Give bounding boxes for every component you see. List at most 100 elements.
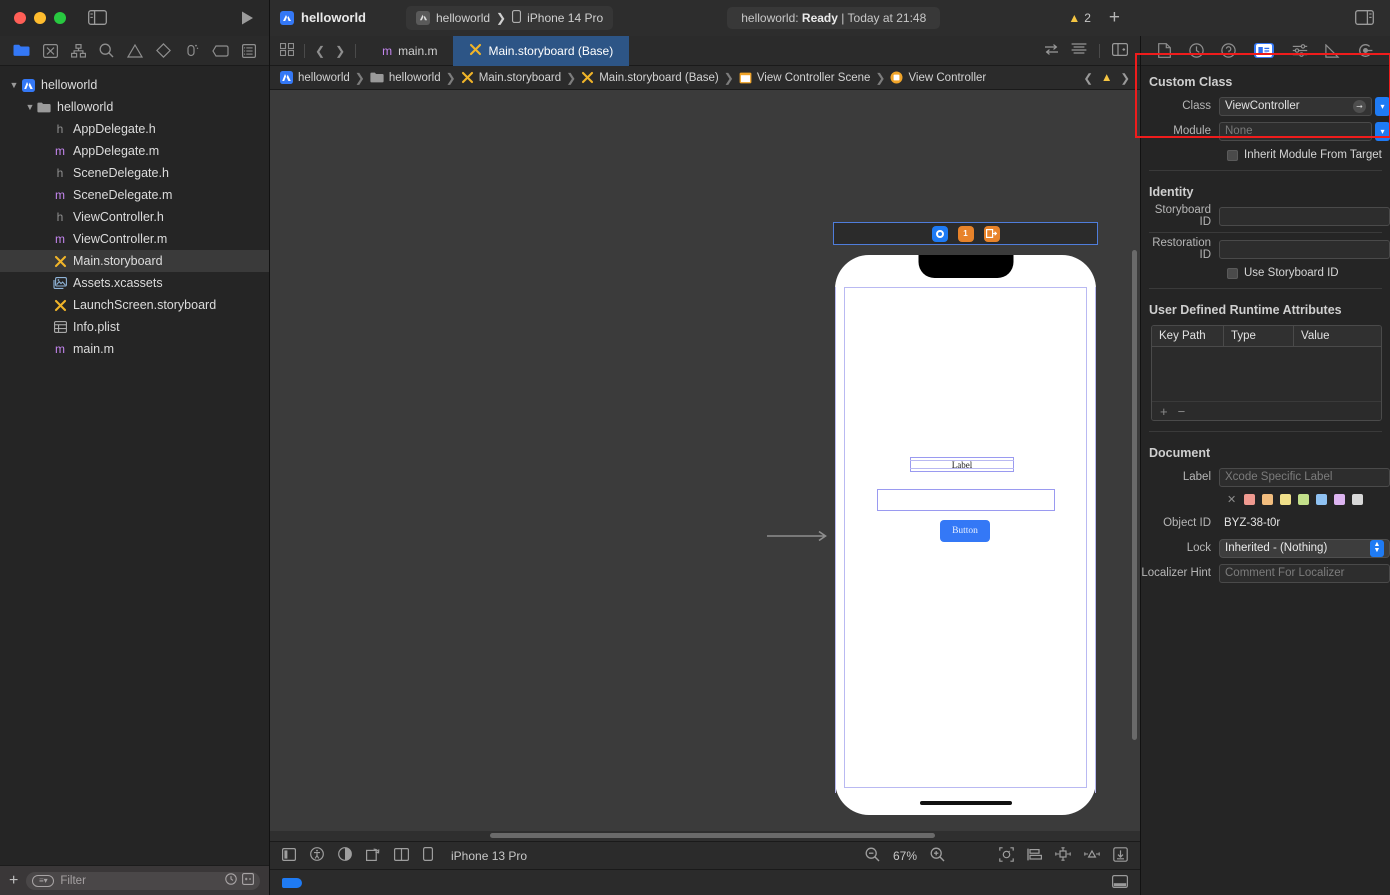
restoration-id-input[interactable] [1219,239,1390,259]
status-bar[interactable]: helloworld: Ready | Today at 21:48 [727,6,941,29]
breadcrumb-item-5[interactable]: View Controller [890,71,986,84]
navigator-row-helloworld[interactable]: ▼ helloworld [0,96,269,118]
issue-navigator-tab[interactable] [42,43,58,58]
close-window-button[interactable] [14,11,26,24]
scene-tag-icon[interactable] [282,877,302,888]
breadcrumb-item-2[interactable]: Main.storyboard [461,71,561,84]
debug-navigator-tab[interactable] [184,43,199,58]
navigator-row-main-storyboard[interactable]: Main.storyboard [0,250,269,272]
add-editor-button[interactable]: + [1109,8,1120,27]
breakpoint-navigator-tab[interactable] [212,44,229,57]
appearance-icon[interactable] [338,847,352,864]
color-swatch-0[interactable] [1244,494,1256,505]
scene-dock[interactable]: 1 [833,222,1098,245]
navigator-row-info-plist[interactable]: Info.plist [0,316,269,338]
localizer-hint-input[interactable]: Comment For Localizer [1219,563,1390,583]
clear-color-icon[interactable]: ✕ [1227,493,1236,506]
breadcrumb-item-0[interactable]: helloworld [280,71,350,84]
class-input[interactable]: ViewController ➞ [1219,96,1372,116]
test-navigator-tab[interactable] [156,43,172,58]
color-swatch-5[interactable] [1334,494,1346,505]
attributes-inspector-tab[interactable] [1292,44,1308,57]
column-key-path[interactable]: Key Path [1152,326,1224,346]
scheme-selector[interactable]: helloworld ❯ iPhone 14 Pro [406,5,614,30]
use-storyboard-id-checkbox[interactable] [1227,267,1238,279]
first-responder-icon[interactable]: 1 [957,225,974,242]
navigator-row-scenedelegate-h[interactable]: h SceneDelegate.h [0,162,269,184]
editor-tab-main-m[interactable]: m main.m [366,36,453,66]
warning-count-chip[interactable]: ▲ 2 [1068,11,1091,25]
inherit-module-checkbox[interactable] [1227,149,1238,161]
add-assistant-editor-icon[interactable] [1112,42,1129,59]
warning-navigator-tab[interactable] [126,43,143,58]
disclosure-triangle[interactable]: ▼ [8,80,20,90]
storyboard-canvas[interactable]: 1 Label Button [270,90,1140,831]
embed-in-icon[interactable] [1113,846,1128,865]
navigator-row-launchscreen-storyboard[interactable]: LaunchScreen.storyboard [0,294,269,316]
go-forward-icon[interactable]: ❯ [335,44,345,58]
inherit-module-row[interactable]: Inherit Module From Target [1141,145,1390,165]
project-navigator-tab[interactable] [13,44,30,57]
accessibility-icon[interactable] [310,847,324,864]
breadcrumb-item-1[interactable]: helloworld [370,72,441,84]
filter-field[interactable]: ≡▾ Filter [26,871,260,890]
navigator-row-appdelegate-h[interactable]: h AppDelegate.h [0,118,269,140]
textfield-element[interactable] [877,489,1055,511]
canvas-horizontal-scroll-track[interactable] [270,831,1140,841]
column-type[interactable]: Type [1224,326,1294,346]
quick-help-inspector-tab[interactable] [1221,43,1236,58]
navigator-row-viewcontroller-m[interactable]: m ViewController.m [0,228,269,250]
use-storyboard-id-row[interactable]: Use Storyboard ID [1141,263,1390,283]
size-inspector-tab[interactable] [1325,43,1340,58]
canvas-horizontal-scrollbar[interactable] [490,833,935,838]
iphone-canvas-device[interactable]: Label Button [835,255,1096,815]
column-value[interactable]: Value [1294,326,1381,346]
breadcrumb-item-3[interactable]: Main.storyboard (Base) [581,71,719,84]
previous-issue-icon[interactable]: ❮ [1083,71,1093,85]
recent-filter-icon[interactable] [225,873,237,888]
zoom-in-icon[interactable] [930,847,945,865]
align-icon[interactable] [1027,848,1042,864]
color-swatch-2[interactable] [1280,494,1292,505]
add-file-button[interactable]: + [9,872,18,889]
button-element[interactable]: Button [940,520,990,542]
adjust-editor-icon[interactable] [1044,43,1059,59]
module-input[interactable]: None [1219,121,1372,141]
disclosure-triangle[interactable]: ▼ [24,102,36,112]
view-controller-icon[interactable] [931,225,948,242]
symbol-navigator-tab[interactable] [70,43,86,58]
jump-to-class-icon[interactable]: ➞ [1353,99,1366,113]
navigator-row-appdelegate-m[interactable]: m AppDelegate.m [0,140,269,162]
navigator-row-main-m[interactable]: m main.m [0,338,269,360]
add-constraints-icon[interactable] [1055,847,1071,864]
toggle-debug-area-icon[interactable] [1112,874,1129,891]
add-runtime-attribute-button[interactable]: + [1160,404,1168,419]
run-button[interactable] [240,10,255,26]
resolve-auto-layout-icon[interactable] [1084,847,1100,864]
warning-triangle-icon[interactable]: ▲ [1101,72,1112,84]
toggle-inspector-icon[interactable] [1355,10,1374,25]
editor-tab-main-storyboard-base-[interactable]: Main.storyboard (Base) [453,35,630,66]
document-outline-icon[interactable] [1071,43,1087,58]
maximize-window-button[interactable] [54,11,66,24]
breadcrumb-item-4[interactable]: View Controller Scene [739,72,870,84]
device-size-icon[interactable] [423,847,434,864]
find-navigator-tab[interactable] [99,43,114,58]
document-label-input[interactable]: Xcode Specific Label [1219,467,1390,487]
window-controls[interactable] [14,11,66,24]
filter-options-icon[interactable]: ≡▾ [32,874,55,887]
zoom-level-label[interactable]: 67% [893,849,917,863]
canvas-vertical-scrollbar[interactable] [1132,250,1137,740]
zoom-out-icon[interactable] [865,847,880,865]
connections-inspector-tab[interactable] [1358,43,1373,58]
color-swatch-1[interactable] [1262,494,1274,505]
storyboard-id-input[interactable] [1219,206,1390,226]
go-back-icon[interactable]: ❮ [315,44,325,58]
color-swatch-4[interactable] [1316,494,1328,505]
exit-icon[interactable] [983,225,1000,242]
tab-overview-icon[interactable] [279,42,295,59]
file-inspector-tab[interactable] [1157,43,1171,58]
history-inspector-tab[interactable] [1188,43,1204,58]
class-dropdown-button[interactable]: ▾ [1375,96,1390,116]
navigator-row-scenedelegate-m[interactable]: m SceneDelegate.m [0,184,269,206]
